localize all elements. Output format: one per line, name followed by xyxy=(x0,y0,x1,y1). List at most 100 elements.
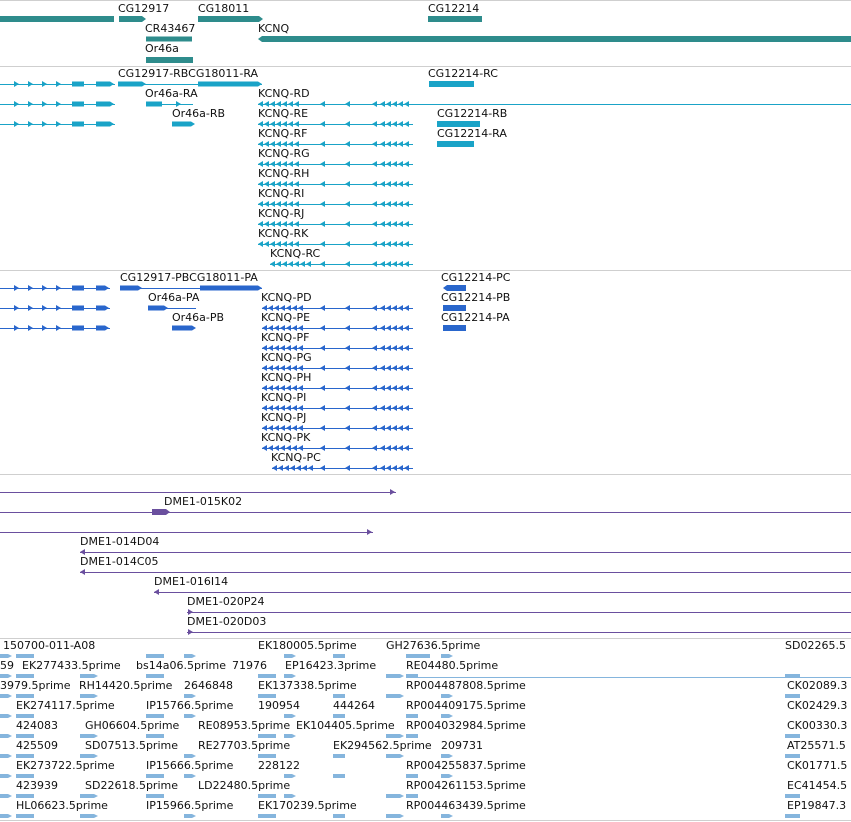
clone-label[interactable]: DME1-014C05 xyxy=(80,556,159,568)
est-label[interactable]: EK104405.5prime xyxy=(296,720,395,732)
est-label[interactable]: AT25571.5 xyxy=(787,740,846,752)
protein-label[interactable]: KCNQ-PJ xyxy=(261,412,306,424)
transcript-label[interactable]: KCNQ-RF xyxy=(258,128,307,140)
est-label[interactable]: EK277433.5prime xyxy=(22,660,121,672)
transcript-label[interactable]: KCNQ-RK xyxy=(258,228,308,240)
protein-exon xyxy=(404,305,409,311)
protein-label[interactable]: KCNQ-PC xyxy=(271,452,321,464)
protein-label[interactable]: CG12214-PC xyxy=(441,272,510,284)
transcript-label[interactable]: Or46a-RB xyxy=(172,108,225,120)
transcript-label[interactable]: CG12214-RC xyxy=(428,68,498,80)
est-label[interactable]: RP004409175.5prime xyxy=(406,700,526,712)
est-label[interactable]: GH06604.5prime xyxy=(85,720,179,732)
est-label[interactable]: EK170239.5prime xyxy=(258,800,357,812)
est-label[interactable]: EK180005.5prime xyxy=(258,640,357,652)
est-label[interactable]: GH27636.5prime xyxy=(386,640,480,652)
transcript-exon xyxy=(345,201,350,207)
clone-label[interactable]: DME1-016I14 xyxy=(154,576,228,588)
transcript-label[interactable]: CG12917-RBCG18011-RA xyxy=(118,68,258,80)
gene-label[interactable]: KCNQ xyxy=(258,23,289,35)
est-label[interactable]: bs14a06.5prime xyxy=(136,660,226,672)
transcript-label[interactable]: Or46a-RA xyxy=(145,88,198,100)
est-label[interactable]: IP15766.5prime xyxy=(146,700,233,712)
est-label[interactable]: EK294562.5prime xyxy=(333,740,432,752)
protein-label[interactable]: CG12214-PA xyxy=(441,312,510,324)
clone-label[interactable]: DME1-015K02 xyxy=(164,496,242,508)
transcript-label[interactable]: KCNQ-RH xyxy=(258,168,309,180)
protein-label[interactable]: KCNQ-PF xyxy=(261,332,309,344)
gene-label[interactable]: CG12214 xyxy=(428,3,479,15)
est-label[interactable]: 444264 xyxy=(333,700,375,712)
protein-label[interactable]: CG12917-PBCG18011-PA xyxy=(120,272,258,284)
protein-label[interactable]: KCNQ-PE xyxy=(261,312,310,324)
est-label[interactable]: EK137338.5prime xyxy=(258,680,357,692)
est-label[interactable]: EC41454.5 xyxy=(787,780,847,792)
est-label[interactable]: LD22480.5prime xyxy=(198,780,290,792)
protein-label[interactable]: KCNQ-PG xyxy=(261,352,312,364)
transcript-label[interactable]: KCNQ-RJ xyxy=(258,208,304,220)
transcript-exon xyxy=(282,261,287,267)
est-label[interactable]: RE27703.5prime xyxy=(198,740,290,752)
protein-label[interactable]: Or46a-PA xyxy=(148,292,199,304)
est-label[interactable]: 3979.5prime xyxy=(0,680,71,692)
transcript-label[interactable]: KCNQ-RI xyxy=(258,188,304,200)
gene-label[interactable]: Or46a xyxy=(145,43,179,55)
transcript-label[interactable]: CG12214-RA xyxy=(437,128,507,140)
est-label[interactable]: 2646848 xyxy=(184,680,233,692)
est-label[interactable]: 190954 xyxy=(258,700,300,712)
est-label[interactable]: 209731 xyxy=(441,740,483,752)
est-block xyxy=(785,734,800,738)
est-label[interactable]: RP004032984.5prime xyxy=(406,720,526,732)
est-label[interactable]: 424083 xyxy=(16,720,58,732)
protein-label[interactable]: KCNQ-PI xyxy=(261,392,306,404)
est-label[interactable]: SD02265.5 xyxy=(785,640,846,652)
est-label[interactable]: 228122 xyxy=(258,760,300,772)
est-label[interactable]: 71976 xyxy=(232,660,267,672)
est-label[interactable]: CK02429.3 xyxy=(787,700,847,712)
transcript-exon xyxy=(372,241,377,247)
gene-label[interactable]: CG12917 xyxy=(118,3,169,15)
protein-label[interactable]: CG12214-PB xyxy=(441,292,510,304)
protein-label[interactable]: KCNQ-PD xyxy=(261,292,312,304)
clone-label[interactable]: DME1-020P24 xyxy=(187,596,265,608)
est-label[interactable]: IP15966.5prime xyxy=(146,800,233,812)
est-block xyxy=(0,674,12,678)
transcript-label[interactable]: KCNQ-RG xyxy=(258,148,310,160)
est-block xyxy=(80,734,98,738)
est-label[interactable]: RE08953.5prime xyxy=(198,720,290,732)
est-label[interactable]: SD22618.5prime xyxy=(85,780,178,792)
est-label[interactable]: 425509 xyxy=(16,740,58,752)
est-label[interactable]: IP15666.5prime xyxy=(146,760,233,772)
est-label[interactable]: HL06623.5prime xyxy=(16,800,108,812)
clone-label[interactable]: DME1-020D03 xyxy=(187,616,266,628)
est-label[interactable]: RP004463439.5prime xyxy=(406,800,526,812)
est-label[interactable]: EK273722.5prime xyxy=(16,760,115,772)
est-label[interactable]: RE04480.5prime xyxy=(406,660,498,672)
est-label[interactable]: 150700-011-A08 xyxy=(3,640,95,652)
est-label[interactable]: SD07513.5prime xyxy=(85,740,178,752)
est-label[interactable]: EK274117.5prime xyxy=(16,700,115,712)
clone-label[interactable]: DME1-014D04 xyxy=(80,536,159,548)
est-label[interactable]: 423939 xyxy=(16,780,58,792)
protein-label[interactable]: KCNQ-PH xyxy=(261,372,311,384)
protein-label[interactable]: KCNQ-PK xyxy=(261,432,310,444)
est-label[interactable]: EP19847.3 xyxy=(787,800,846,812)
protein-label[interactable]: Or46a-PB xyxy=(172,312,224,324)
transcript-label[interactable]: KCNQ-RC xyxy=(270,248,320,260)
est-label[interactable]: RH14420.5prime xyxy=(79,680,172,692)
est-label[interactable]: CK01771.5 xyxy=(787,760,847,772)
est-label[interactable]: RP004255837.5prime xyxy=(406,760,526,772)
est-label[interactable]: RP004261153.5prime xyxy=(406,780,526,792)
gene-label[interactable]: CG18011 xyxy=(198,3,249,15)
est-block xyxy=(0,774,12,778)
est-label[interactable]: 59 xyxy=(0,660,14,672)
gene-label[interactable]: CR43467 xyxy=(145,23,195,35)
est-label[interactable]: RP004487808.5prime xyxy=(406,680,526,692)
est-label[interactable]: CK00330.3 xyxy=(787,720,847,732)
est-label[interactable]: EP16423.3prime xyxy=(285,660,376,672)
transcript-exon xyxy=(386,161,391,167)
transcript-label[interactable]: CG12214-RB xyxy=(437,108,507,120)
transcript-label[interactable]: KCNQ-RD xyxy=(258,88,310,100)
transcript-label[interactable]: KCNQ-RE xyxy=(258,108,308,120)
est-label[interactable]: CK02089.3 xyxy=(787,680,847,692)
